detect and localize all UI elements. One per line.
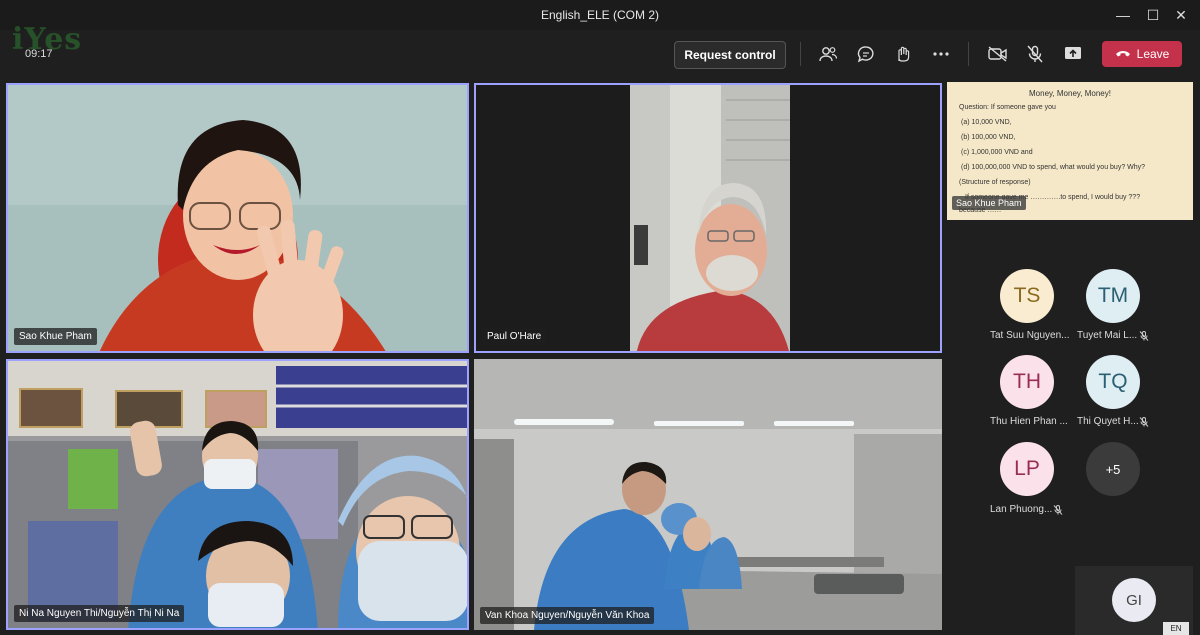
video-tile[interactable]: Ni Na Nguyen Thi/Nguyễn Thị Ni Na	[6, 359, 469, 630]
video-feed	[474, 359, 942, 630]
request-control-button[interactable]: Request control	[674, 41, 786, 69]
toolbar-divider	[800, 42, 801, 66]
participant-avatar[interactable]: LP	[1000, 442, 1054, 496]
close-button[interactable]: ✕	[1168, 5, 1194, 25]
participant-avatar[interactable]: TS	[1000, 269, 1054, 323]
participant-name: Tat Suu Nguyen...	[990, 330, 1070, 341]
self-avatar: GI	[1112, 578, 1156, 622]
raise-hand-icon[interactable]	[891, 43, 915, 65]
video-feed	[8, 361, 467, 628]
participant-name: Paul O'Hare	[482, 328, 547, 345]
microphone-off-icon	[1139, 331, 1149, 341]
meeting-timer: 09:17	[25, 48, 53, 60]
maximize-button[interactable]: ☐	[1140, 5, 1166, 25]
minimize-button[interactable]: —	[1110, 5, 1136, 25]
participant-avatar[interactable]: TH	[1000, 355, 1054, 409]
phone-hangup-icon	[1115, 47, 1131, 61]
slide-title: Money, Money, Money!	[1029, 89, 1111, 98]
video-feed	[476, 85, 940, 351]
people-icon[interactable]	[816, 43, 840, 65]
leave-button[interactable]: Leave	[1102, 41, 1182, 67]
video-feed	[8, 85, 467, 351]
slide-line: (a) 10,000 VND,	[961, 119, 1012, 126]
meeting-toolbar	[0, 30, 1200, 78]
participant-name: Ni Na Nguyen Thi/Nguyễn Thị Ni Na	[14, 605, 185, 622]
participant-avatar[interactable]: TM	[1086, 269, 1140, 323]
presenter-name: Sao Khue Pham	[952, 196, 1026, 210]
slide-line: (d) 100,000,000 VND to spend, what would…	[961, 164, 1146, 171]
participant-name: Van Khoa Nguyen/Nguyễn Văn Khoa	[480, 607, 655, 624]
shared-content-thumbnail[interactable]: Money, Money, Money! Question: If someon…	[947, 82, 1193, 220]
chat-icon[interactable]	[854, 43, 878, 65]
window-title: English_ELE (COM 2)	[540, 8, 660, 22]
language-indicator[interactable]: EN	[1163, 622, 1189, 635]
share-screen-icon[interactable]	[1061, 43, 1085, 65]
microphone-off-icon	[1139, 417, 1149, 427]
slide-line: (b) 100,000 VND,	[961, 134, 1016, 141]
microphone-off-icon[interactable]	[1023, 43, 1047, 65]
more-participants-button[interactable]: +5	[1086, 442, 1140, 496]
participant-name: Tuyet Mai L...	[1077, 330, 1138, 341]
slide-line: Question: If someone gave you	[959, 104, 1056, 111]
slide-line: (c) 1,000,000 VND and	[961, 149, 1033, 156]
video-tile[interactable]: Van Khoa Nguyen/Nguyễn Văn Khoa	[474, 359, 942, 630]
video-tile[interactable]: Sao Khue Pham	[6, 83, 469, 353]
participant-name: Lan Phuong...	[990, 504, 1053, 515]
leave-label: Leave	[1136, 47, 1170, 61]
microphone-off-icon	[1053, 505, 1063, 515]
participant-avatar[interactable]: TQ	[1086, 355, 1140, 409]
more-options-icon[interactable]	[929, 43, 953, 65]
participant-name: Thi Quyet H...	[1077, 416, 1139, 427]
camera-off-icon[interactable]	[986, 43, 1010, 65]
toolbar-divider	[968, 42, 969, 66]
participant-name: Sao Khue Pham	[14, 328, 97, 345]
slide-line: (Structure of response)	[959, 179, 1031, 186]
video-tile[interactable]: Paul O'Hare	[474, 83, 942, 353]
participant-name: Thu Hien Phan ...	[990, 416, 1068, 427]
title-bar: English_ELE (COM 2) — ☐ ✕	[0, 0, 1200, 30]
